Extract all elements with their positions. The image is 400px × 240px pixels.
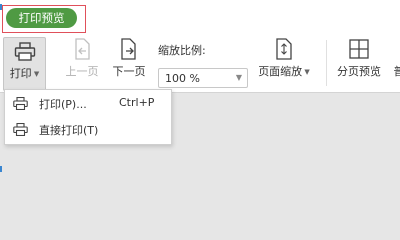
page-zoom-icon xyxy=(276,38,292,60)
chevron-down-icon: ▼ xyxy=(31,70,40,78)
chevron-down-icon: ▼ xyxy=(302,68,310,76)
printer-icon xyxy=(13,97,28,110)
print-preview-toolbar: 打印预览 打印 ▼ 上一页 下一页 缩放比例: 100 % ▼ 页面缩放 ▼ 分… xyxy=(0,0,400,93)
page-break-preview-label: 分页预览 xyxy=(337,65,381,78)
next-page-button[interactable]: 下一页 xyxy=(107,38,151,79)
menu-item-print-shortcut: Ctrl+P xyxy=(119,96,155,109)
next-page-icon xyxy=(121,38,136,60)
page-break-preview-icon xyxy=(349,39,369,59)
zoom-ratio-label: 缩放比例: xyxy=(158,44,206,57)
menu-item-direct-print[interactable]: 直接打印(T) xyxy=(5,118,171,142)
printer-icon xyxy=(14,42,35,61)
toolbar-separator xyxy=(326,40,327,86)
zoom-ratio-value: 100 % xyxy=(165,72,200,85)
next-page-label: 下一页 xyxy=(112,65,146,78)
page-zoom-label: 页面缩放 xyxy=(258,65,303,78)
page-zoom-button[interactable]: 页面缩放 ▼ xyxy=(253,38,315,79)
printer-icon xyxy=(13,123,28,136)
chevron-down-icon: ▼ xyxy=(235,73,242,82)
print-button[interactable]: 打印 ▼ xyxy=(3,37,46,91)
selection-handle xyxy=(0,4,2,10)
menu-item-print-label: 打印(P)... xyxy=(39,98,87,111)
prev-page-button[interactable]: 上一页 xyxy=(60,38,104,79)
selection-handle xyxy=(0,166,2,172)
print-dropdown-menu: 打印(P)... Ctrl+P 直接打印(T) xyxy=(4,89,172,145)
menu-item-print[interactable]: 打印(P)... Ctrl+P xyxy=(5,92,171,116)
prev-page-label: 上一页 xyxy=(65,65,99,78)
cut-off-toolbar-button[interactable]: 普 xyxy=(392,38,400,79)
page-break-preview-button[interactable]: 分页预览 xyxy=(332,38,386,79)
zoom-ratio-select[interactable]: 100 % ▼ xyxy=(158,68,248,88)
prev-page-icon xyxy=(75,38,90,60)
cut-off-toolbar-label: 普 xyxy=(393,65,400,78)
print-button-label: 打印 xyxy=(9,67,32,80)
highlight-annotation-box xyxy=(2,5,86,33)
menu-item-direct-print-label: 直接打印(T) xyxy=(39,124,99,137)
